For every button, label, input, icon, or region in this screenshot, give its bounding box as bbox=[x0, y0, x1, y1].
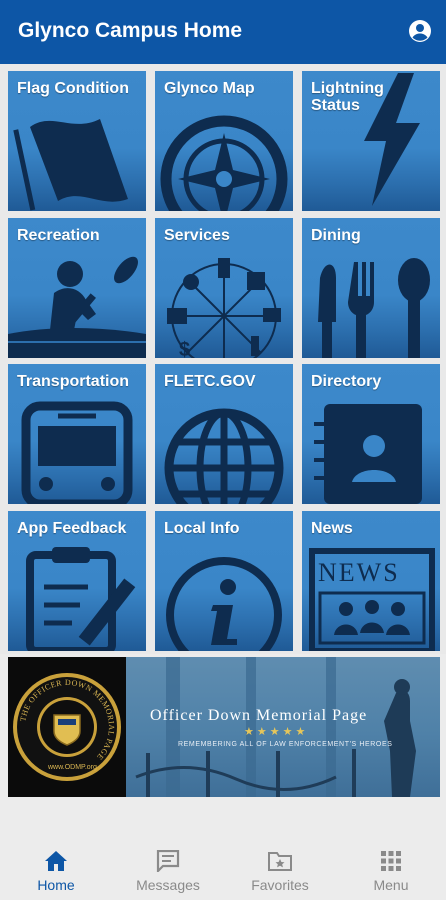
page-title: Glynco Campus Home bbox=[18, 19, 243, 42]
tile-label: Recreation bbox=[17, 227, 100, 244]
message-icon bbox=[156, 850, 180, 872]
svg-text:NEWS: NEWS bbox=[318, 558, 400, 587]
tile-news[interactable]: NEWS News bbox=[302, 511, 440, 651]
tile-label: Dining bbox=[311, 227, 361, 244]
tile-flag-condition[interactable]: Flag Condition bbox=[8, 71, 146, 211]
nav-label: Home bbox=[37, 877, 75, 893]
app-bar: Glynco Campus Home bbox=[0, 0, 446, 64]
banner-stars: ★★★★★ bbox=[244, 726, 309, 738]
nav-menu[interactable]: Menu bbox=[336, 850, 446, 900]
bottom-navigation: Home Messages Favorites Menu bbox=[0, 806, 446, 900]
tile-fletc-gov[interactable]: FLETC.GOV bbox=[155, 364, 293, 504]
seal-url: www.ODMP.org bbox=[47, 764, 97, 771]
account-circle-icon[interactable] bbox=[408, 19, 432, 43]
tile-services[interactable]: $ Services bbox=[155, 218, 293, 358]
tile-local-info[interactable]: Local Info bbox=[155, 511, 293, 651]
banner-title: Officer Down Memorial Page bbox=[150, 707, 368, 724]
tile-label: Services bbox=[164, 227, 230, 244]
nav-label: Messages bbox=[136, 877, 200, 893]
tile-transportation[interactable]: Transportation bbox=[8, 364, 146, 504]
odmp-banner[interactable]: THE OFFICER DOWN MEMORIAL PAGE www.ODMP.… bbox=[8, 657, 440, 797]
tile-label: FLETC.GOV bbox=[164, 373, 256, 390]
nav-favorites[interactable]: Favorites bbox=[225, 850, 335, 900]
home-icon bbox=[45, 851, 67, 871]
tile-lightning-status[interactable]: Lightning Status bbox=[302, 71, 440, 211]
tile-label: Glynco Map bbox=[164, 80, 255, 97]
tile-label: Local Info bbox=[164, 520, 240, 537]
nav-home[interactable]: Home bbox=[1, 850, 111, 900]
tile-grid: Flag Condition Glynco Map Lightning Stat… bbox=[0, 64, 446, 654]
svg-text:$: $ bbox=[179, 339, 190, 358]
nav-messages[interactable]: Messages bbox=[113, 850, 223, 900]
folder-star-icon bbox=[268, 852, 292, 871]
tile-glynco-map[interactable]: Glynco Map bbox=[155, 71, 293, 211]
nav-label: Favorites bbox=[251, 877, 309, 893]
tile-dining[interactable]: Dining bbox=[302, 218, 440, 358]
banner-subtitle: REMEMBERING ALL OF LAW ENFORCEMENT'S HER… bbox=[178, 741, 393, 748]
tile-directory[interactable]: Directory bbox=[302, 364, 440, 504]
banner-memorial-area: Officer Down Memorial Page ★★★★★ REMEMBE… bbox=[126, 657, 440, 797]
tile-label: App Feedback bbox=[17, 520, 127, 537]
tile-label: News bbox=[311, 520, 353, 537]
tile-label: Flag Condition bbox=[17, 80, 129, 97]
tile-label: Directory bbox=[311, 373, 382, 390]
odmp-seal: THE OFFICER DOWN MEMORIAL PAGE www.ODMP.… bbox=[8, 657, 126, 797]
tile-app-feedback[interactable]: App Feedback bbox=[8, 511, 146, 651]
tile-label: Lightning Status bbox=[311, 80, 384, 114]
tile-label: Transportation bbox=[17, 373, 130, 390]
badge-seal-icon: THE OFFICER DOWN MEMORIAL PAGE www.ODMP.… bbox=[13, 673, 121, 781]
nav-label: Menu bbox=[373, 877, 409, 893]
tile-recreation[interactable]: Recreation bbox=[8, 218, 146, 358]
grid-menu-icon bbox=[381, 851, 401, 871]
